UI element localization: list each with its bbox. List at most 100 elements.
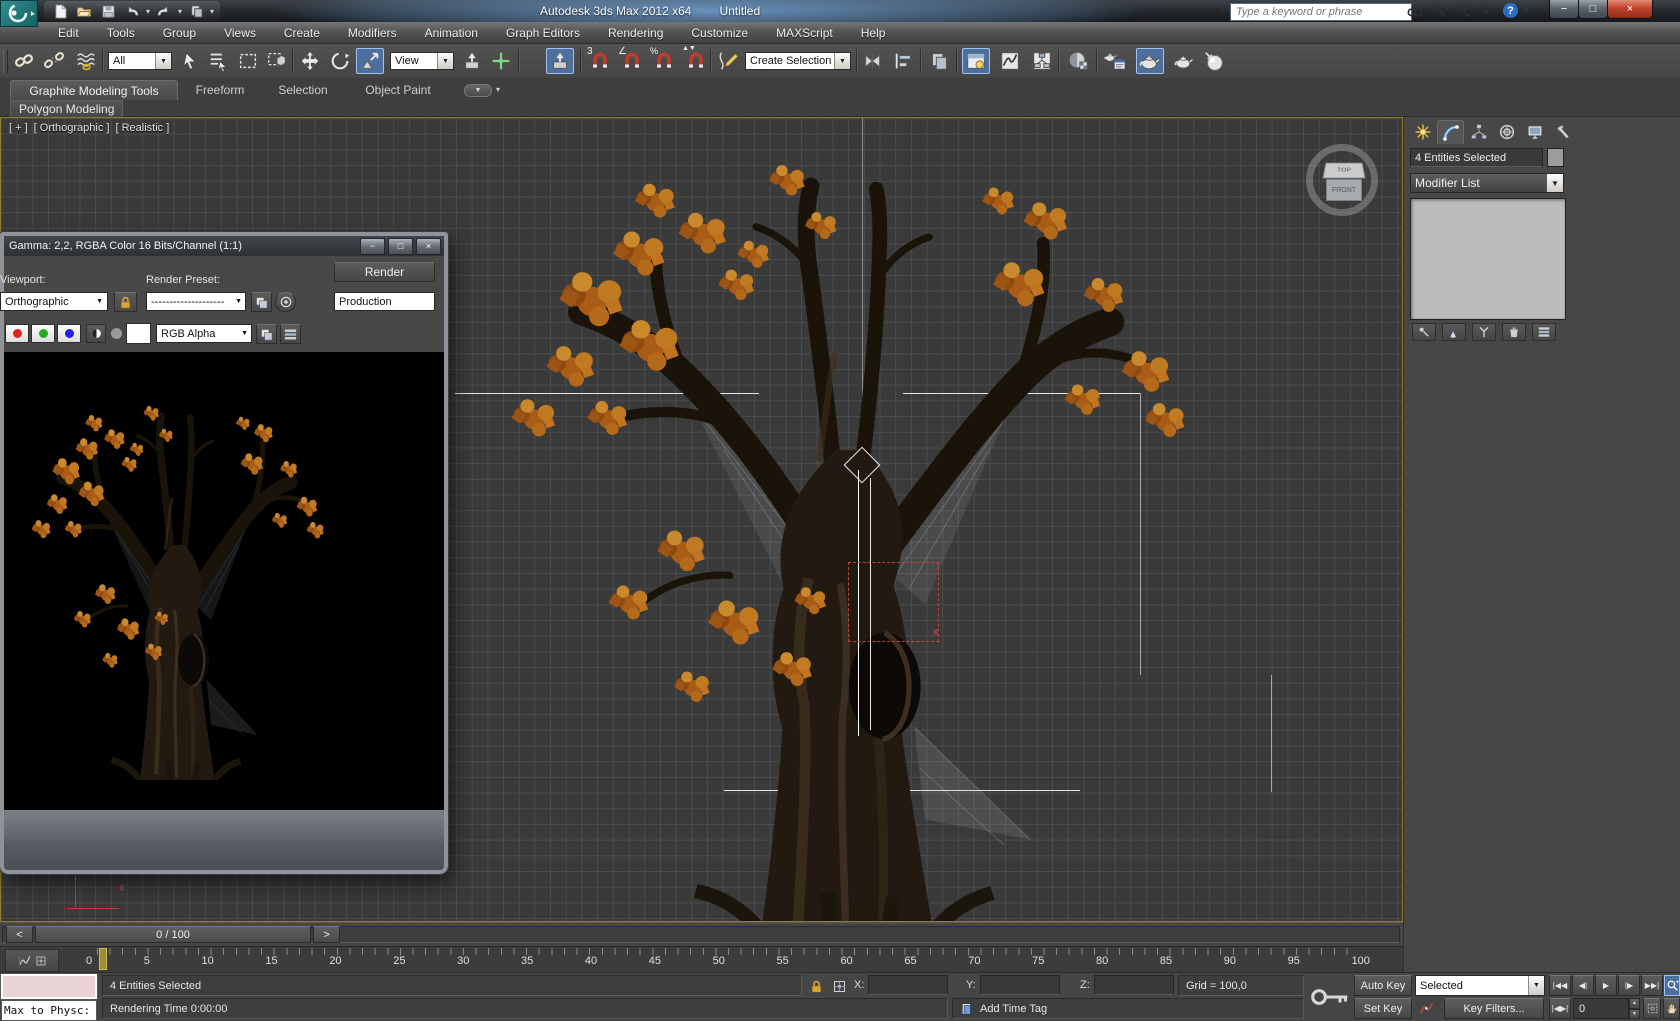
select-and-manipulate-button[interactable] [487, 48, 515, 74]
time-slider-handle[interactable]: 0 / 100 [35, 926, 311, 943]
align-button[interactable] [890, 48, 918, 74]
previous-frame-button[interactable]: ◀| [1572, 975, 1594, 996]
viewcube-front-face[interactable]: FRONT [1326, 179, 1362, 201]
search-icon[interactable] [1404, 2, 1426, 20]
ribbon-panel-polygon-modeling[interactable]: Polygon Modeling [10, 100, 123, 118]
play-animation-button[interactable]: ▶ [1595, 975, 1617, 996]
layer-manager-button[interactable] [926, 48, 954, 74]
keyboard-shortcut-override-toggle[interactable] [1308, 975, 1352, 1019]
menu-item[interactable]: Animation [411, 26, 492, 40]
y-coordinate-field[interactable] [980, 975, 1060, 995]
rfw-viewport-combo[interactable]: Orthographic ▼ [0, 292, 108, 311]
menu-item[interactable]: Help [847, 26, 900, 40]
curve-editor-button[interactable] [996, 48, 1024, 74]
next-frame-arrow[interactable]: > [313, 926, 340, 943]
current-frame-field[interactable]: 0 [1573, 998, 1629, 1019]
tab-motion[interactable] [1493, 120, 1520, 144]
ribbon-minimize-dropdown-icon[interactable]: ▾ [496, 85, 500, 94]
communication-center-icon[interactable] [1452, 2, 1474, 20]
rfw-preset-combo[interactable]: -------------------- ▼ [146, 292, 246, 311]
key-filters-button[interactable]: Key Filters... [1444, 998, 1544, 1019]
menu-item[interactable]: Create [270, 26, 334, 40]
selection-lock-toggle[interactable] [806, 976, 826, 996]
keyboard-shortcut-override-button[interactable] [546, 48, 574, 74]
combo-arrow-icon[interactable]: ▼ [155, 53, 171, 69]
viewport-menu-pov[interactable]: [ Orthographic ] [34, 122, 110, 134]
key-mode-toggle-button[interactable]: |◀▶| [1549, 998, 1571, 1019]
tab-modify[interactable] [1437, 120, 1464, 144]
tree-model[interactable] [471, 117, 1231, 922]
use-pivot-center-button[interactable] [458, 48, 486, 74]
remove-modifier-button[interactable] [1502, 323, 1526, 341]
rfw-clone-button[interactable] [256, 324, 277, 344]
render-setup-button[interactable] [1102, 48, 1130, 74]
go-to-start-button[interactable]: |◀◀ [1549, 975, 1571, 996]
combo-arrow-icon[interactable]: ▼ [96, 298, 107, 305]
zoom-tool-button[interactable] [1664, 975, 1680, 996]
menu-item[interactable]: Tools [93, 26, 149, 40]
set-key-button[interactable]: Set Key [1354, 998, 1412, 1019]
modifier-list-combo[interactable]: Modifier List ▼ [1410, 173, 1564, 193]
graphite-ribbon-toggle-button[interactable] [962, 48, 990, 74]
select-and-move-button[interactable] [296, 48, 324, 74]
ribbon-tab-graphite-modeling-tools[interactable]: Graphite Modeling Tools [10, 80, 178, 100]
rfw-blue-channel-button[interactable] [57, 324, 81, 343]
edit-named-selection-sets-button[interactable] [714, 48, 742, 74]
pan-view-button[interactable] [1663, 998, 1680, 1019]
rfw-channel-display-combo[interactable]: RGB Alpha ▼ [156, 324, 252, 343]
x-coordinate-field[interactable] [868, 975, 948, 995]
auto-key-button[interactable]: Auto Key [1354, 975, 1412, 996]
render-iterative-button[interactable] [1200, 48, 1228, 74]
selection-filter-combo[interactable]: All ▼ [108, 52, 172, 70]
menu-item[interactable]: Rendering [594, 26, 677, 40]
undo-dropdown-icon[interactable]: ▾ [146, 7, 150, 16]
rfw-maximize-button[interactable]: □ [388, 238, 413, 255]
track-bar[interactable]: 0510152025303540455055606570758085909510… [0, 946, 1403, 972]
tab-utilities[interactable] [1549, 120, 1576, 144]
make-unique-button[interactable] [1472, 323, 1496, 341]
rfw-minimize-button[interactable]: − [360, 238, 385, 255]
save-file-button[interactable] [98, 2, 118, 20]
rfw-mode-combo[interactable]: Production [334, 292, 435, 311]
ribbon-tab-object-paint[interactable]: Object Paint [356, 80, 440, 99]
rfw-title-bar[interactable]: Gamma: 2,2, RGBA Color 16 Bits/Channel (… [4, 236, 444, 256]
ribbon-tab-freeform[interactable]: Freeform [190, 80, 250, 99]
angle-snap-toggle-button[interactable]: ∠ [618, 48, 646, 74]
select-and-scale-button[interactable] [356, 48, 384, 74]
rfw-background-color-swatch[interactable] [126, 323, 151, 344]
modifier-stack-list[interactable] [1410, 198, 1566, 320]
render-production-button[interactable] [1170, 48, 1198, 74]
tab-hierarchy[interactable] [1465, 120, 1492, 144]
application-menu-button[interactable] [0, 0, 38, 27]
window-minimize-button[interactable]: − [1549, 0, 1579, 19]
frame-field-spinner[interactable]: ▲ ▼ [1629, 998, 1640, 1019]
rfw-close-button[interactable]: × [416, 238, 441, 255]
menu-item[interactable]: Modifiers [334, 26, 411, 40]
redo-dropdown-icon[interactable]: ▾ [178, 7, 182, 16]
rfw-render-setup-icon[interactable] [251, 292, 272, 312]
unlink-selection-button[interactable] [40, 48, 68, 74]
next-frame-button[interactable]: |▶ [1618, 975, 1640, 996]
show-end-result-button[interactable] [1442, 323, 1466, 341]
combo-arrow-icon[interactable]: ▼ [1528, 976, 1544, 995]
help-icon[interactable]: ? [1503, 3, 1518, 18]
schematic-view-button[interactable] [1028, 48, 1056, 74]
project-folder-button[interactable] [186, 2, 206, 20]
open-file-button[interactable] [74, 2, 94, 20]
rfw-green-channel-button[interactable] [31, 324, 55, 343]
z-coordinate-field[interactable] [1094, 975, 1174, 995]
select-object-button[interactable] [176, 48, 204, 74]
previous-frame-arrow[interactable]: < [6, 926, 33, 943]
window-restore-button[interactable]: □ [1578, 0, 1608, 19]
subscription-key-icon[interactable] [1428, 2, 1450, 20]
rectangular-selection-region-button[interactable] [234, 48, 262, 74]
window-close-button[interactable]: × [1607, 0, 1653, 19]
tab-display[interactable] [1521, 120, 1548, 144]
viewcube-top-face[interactable]: TOP [1322, 163, 1365, 179]
material-editor-button[interactable] [1064, 48, 1092, 74]
rendered-frame-window-button[interactable] [1136, 48, 1164, 74]
project-dropdown-icon[interactable]: ▾ [210, 7, 214, 16]
help-dropdown-icon[interactable]: ▾ [1524, 6, 1528, 15]
ribbon-tab-selection[interactable]: Selection [272, 80, 334, 99]
select-and-rotate-button[interactable] [326, 48, 354, 74]
